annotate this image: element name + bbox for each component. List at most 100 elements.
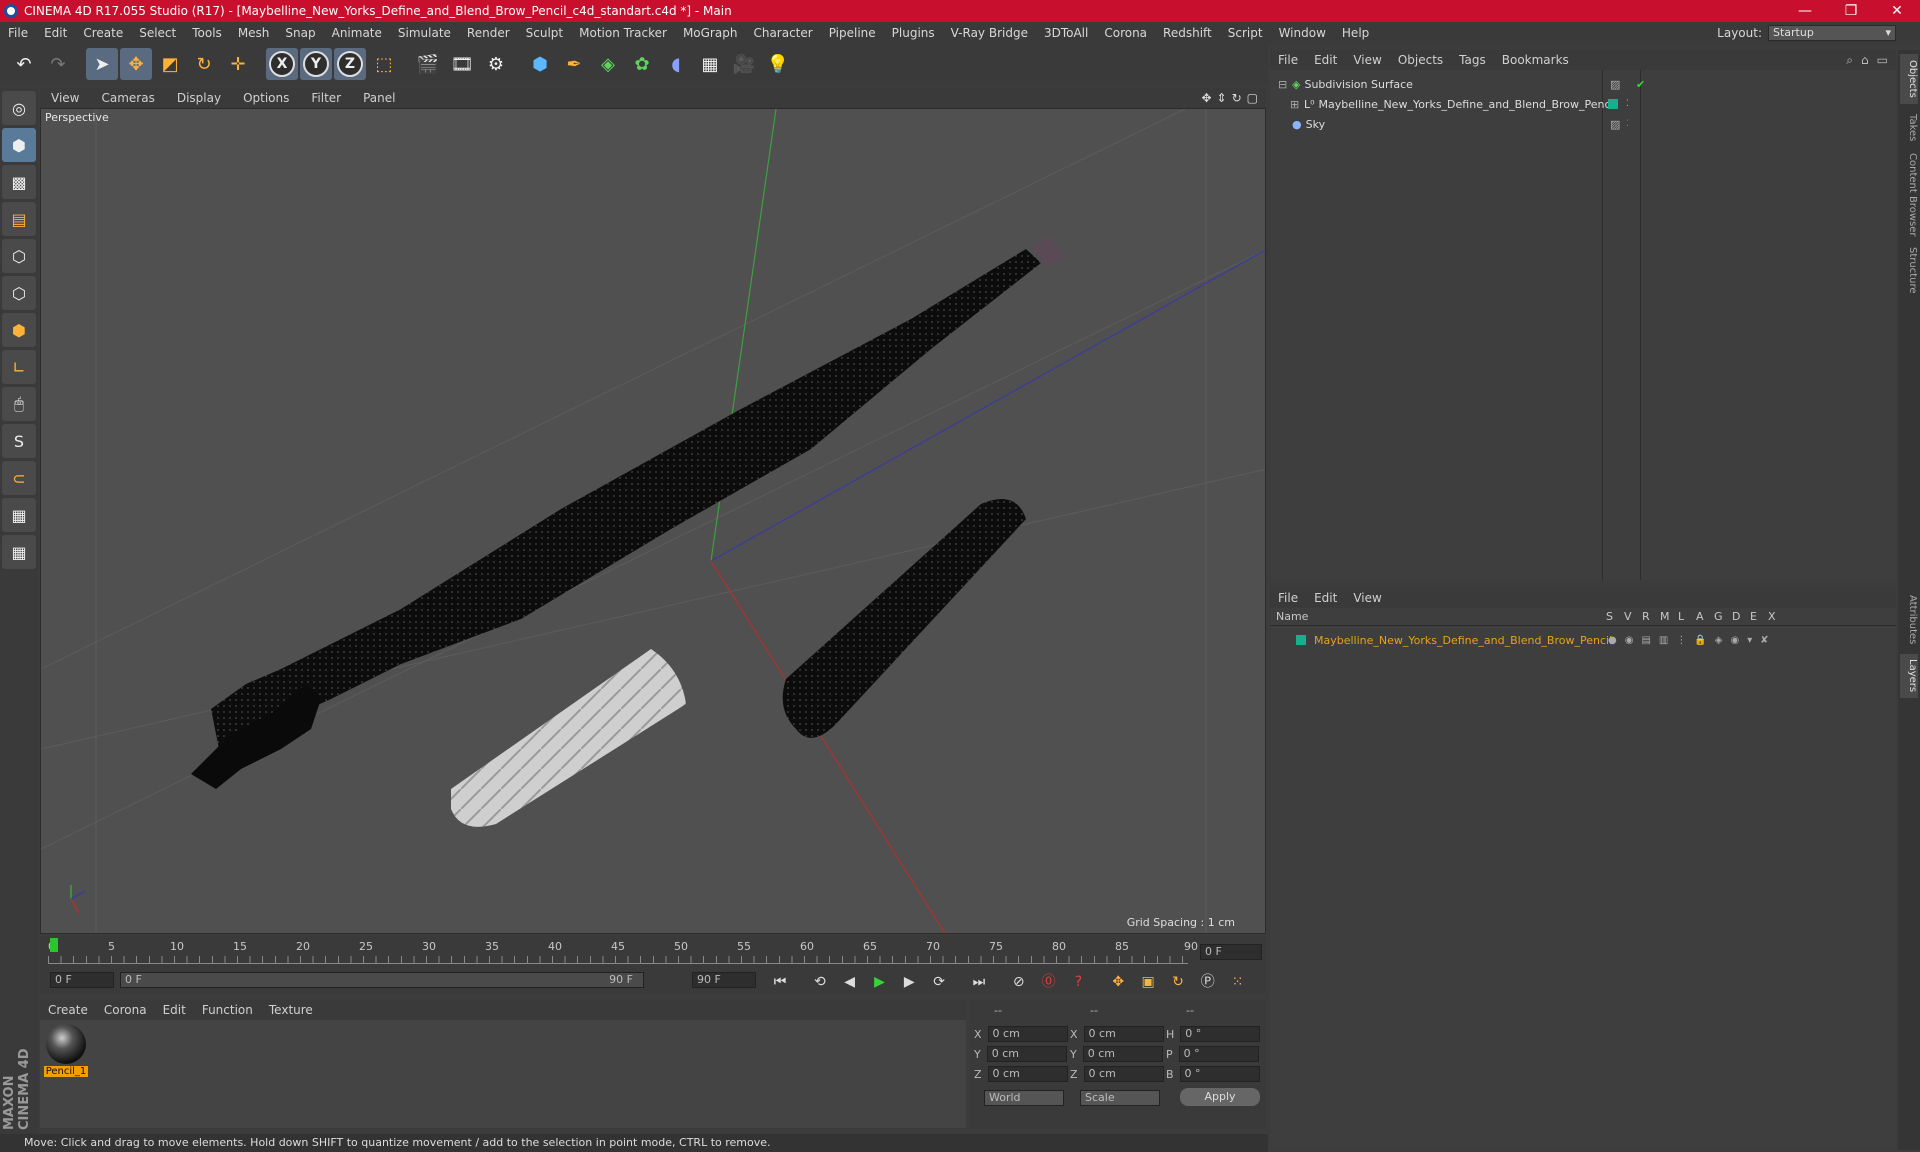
menu-animate[interactable]: Animate xyxy=(324,26,390,40)
pan-view-icon[interactable]: ✥ xyxy=(1201,91,1211,105)
close-button[interactable]: ✕ xyxy=(1874,0,1920,22)
rot-h-field[interactable]: 0 ° xyxy=(1180,1026,1261,1042)
object-row-subdivision-surface[interactable]: ⊟ ◈ Subdivision Surface ▨ ✔ xyxy=(1270,74,1896,94)
z-axis-lock-icon[interactable]: Z xyxy=(334,48,366,80)
enabled-check-icon[interactable]: ✔ xyxy=(1636,78,1645,91)
search-icon[interactable]: ⌕ xyxy=(1846,53,1853,68)
layer-color-swatch[interactable] xyxy=(1296,635,1306,645)
rot-b-field[interactable]: 0 ° xyxy=(1179,1066,1260,1082)
object-row-brow-pencil[interactable]: ⊞ L⁰ Maybelline_New_Yorks_Define_and_Ble… xyxy=(1270,94,1896,114)
loop-forward-icon[interactable]: ⟳ xyxy=(927,970,951,994)
pos-z-field[interactable]: 0 cm xyxy=(987,1066,1068,1082)
visibility-icon[interactable]: ▨ xyxy=(1610,118,1620,131)
keyframe-selection-icon[interactable]: ? xyxy=(1066,970,1090,994)
key-pla-icon[interactable]: ⁙ xyxy=(1226,970,1250,994)
material-menu-texture[interactable]: Texture xyxy=(261,1003,321,1017)
polygons-mode-icon[interactable]: ⬢ xyxy=(2,313,36,347)
key-position-icon[interactable]: ✥ xyxy=(1106,970,1130,994)
redo-icon[interactable]: ↷ xyxy=(42,48,74,80)
menu-mesh[interactable]: Mesh xyxy=(230,26,278,40)
object-menu-tags[interactable]: Tags xyxy=(1451,53,1494,67)
planar-workplane-icon[interactable]: ▦ xyxy=(2,535,36,569)
visibility-icon[interactable]: ▨ xyxy=(1610,78,1620,91)
menu-window[interactable]: Window xyxy=(1271,26,1334,40)
layer-menu-edit[interactable]: Edit xyxy=(1306,591,1345,605)
y-axis-lock-icon[interactable]: Y xyxy=(300,48,332,80)
timeline-ruler[interactable]: 0 5 10 15 20 25 30 35 40 45 50 55 60 65 … xyxy=(40,936,1266,968)
pen-spline-icon[interactable]: ✒ xyxy=(558,48,590,80)
material-menu-create[interactable]: Create xyxy=(40,1003,96,1017)
object-menu-view[interactable]: View xyxy=(1345,53,1389,67)
layout-dropdown[interactable]: Startup xyxy=(1768,25,1896,41)
make-editable-icon[interactable]: ◎ xyxy=(2,91,36,125)
go-to-start-icon[interactable]: ⏮ xyxy=(768,970,792,994)
maximize-view-icon[interactable]: ▢ xyxy=(1247,91,1258,105)
record-keys-icon[interactable]: ⊘ xyxy=(1007,970,1031,994)
tab-attributes[interactable]: Attributes xyxy=(1900,590,1918,650)
material-menu-function[interactable]: Function xyxy=(194,1003,261,1017)
mograph-cloner-icon[interactable]: ✿ xyxy=(626,48,658,80)
object-menu-bookmarks[interactable]: Bookmarks xyxy=(1494,53,1577,67)
menu-vray-bridge[interactable]: V-Ray Bridge xyxy=(943,26,1036,40)
play-icon[interactable]: ▶ xyxy=(867,970,891,994)
orbit-view-icon[interactable]: ↻ xyxy=(1232,91,1242,105)
menu-snap[interactable]: Snap xyxy=(277,26,323,40)
maximize-button[interactable]: ❐ xyxy=(1828,0,1874,22)
viewport-menu-cameras[interactable]: Cameras xyxy=(90,91,165,105)
camera-icon[interactable]: 🎥 xyxy=(728,48,760,80)
menu-tools[interactable]: Tools xyxy=(184,26,230,40)
tab-content-browser[interactable]: Content Browser xyxy=(1900,150,1918,240)
subdivision-surface-icon[interactable]: ◈ xyxy=(592,48,624,80)
menu-sculpt[interactable]: Sculpt xyxy=(518,26,571,40)
pos-y-field[interactable]: 0 cm xyxy=(986,1046,1067,1062)
layer-row[interactable]: Maybelline_New_Yorks_Define_and_Blend_Br… xyxy=(1270,630,1896,650)
scale-tool-icon[interactable]: ◩ xyxy=(154,48,186,80)
apply-button[interactable]: Apply xyxy=(1180,1088,1260,1106)
visibility-dots-icon[interactable]: ⁚ xyxy=(1626,99,1629,109)
render-settings-icon[interactable]: ⚙ xyxy=(480,48,512,80)
collapse-icon[interactable]: ⊟ xyxy=(1278,78,1292,91)
key-parameter-icon[interactable]: Ⓟ xyxy=(1196,969,1220,993)
points-mode-icon[interactable]: ⬡ xyxy=(2,239,36,273)
cube-primitive-icon[interactable]: ⬢ xyxy=(524,48,556,80)
size-y-field[interactable]: 0 cm xyxy=(1082,1046,1163,1062)
autokey-icon[interactable]: ⓪ xyxy=(1037,969,1061,993)
object-menu-objects[interactable]: Objects xyxy=(1390,53,1451,67)
menu-edit[interactable]: Edit xyxy=(36,26,75,40)
visibility-dots-icon[interactable]: ⁚ xyxy=(1626,119,1629,129)
preview-range-slider[interactable]: 0 F 90 F xyxy=(120,972,644,988)
end-frame-field[interactable]: 90 F xyxy=(692,972,756,988)
size-x-field[interactable]: 0 cm xyxy=(1083,1026,1164,1042)
menu-plugins[interactable]: Plugins xyxy=(884,26,943,40)
loop-icon[interactable]: ⟲ xyxy=(808,970,832,994)
menu-create[interactable]: Create xyxy=(75,26,131,40)
floor-icon[interactable]: ▦ xyxy=(694,48,726,80)
key-scale-icon[interactable]: ▣ xyxy=(1136,970,1160,994)
edges-mode-icon[interactable]: ⬡ xyxy=(2,276,36,310)
menu-pipeline[interactable]: Pipeline xyxy=(821,26,884,40)
tab-objects[interactable]: Objects xyxy=(1900,54,1918,104)
menu-script[interactable]: Script xyxy=(1220,26,1271,40)
render-picture-viewer-icon[interactable]: 🎞 xyxy=(446,48,478,80)
viewport-menu-view[interactable]: View xyxy=(40,91,90,105)
viewport-menu-panel[interactable]: Panel xyxy=(352,91,406,105)
next-frame-icon[interactable]: ▶ xyxy=(897,970,921,994)
viewport-menu-display[interactable]: Display xyxy=(166,91,232,105)
move-tool-icon[interactable]: ✥ xyxy=(120,48,152,80)
tab-takes[interactable]: Takes xyxy=(1900,108,1918,148)
tab-structure[interactable]: Structure xyxy=(1900,242,1918,298)
key-rotation-icon[interactable]: ↻ xyxy=(1166,970,1190,994)
magnet-icon[interactable]: ⊂ xyxy=(2,461,36,495)
menu-motion-tracker[interactable]: Motion Tracker xyxy=(571,26,675,40)
x-axis-lock-icon[interactable]: X xyxy=(266,48,298,80)
snapping-icon[interactable]: S xyxy=(2,424,36,458)
prev-frame-icon[interactable]: ◀ xyxy=(838,970,862,994)
material-menu-edit[interactable]: Edit xyxy=(155,1003,194,1017)
viewport-menu-options[interactable]: Options xyxy=(232,91,300,105)
go-to-end-icon[interactable]: ⏭ xyxy=(967,970,991,994)
menu-character[interactable]: Character xyxy=(745,26,820,40)
tab-layers[interactable]: Layers xyxy=(1900,654,1918,698)
layer-toggle-icons[interactable]: ●◉▤▥⋮🔒◈◉▾✘ xyxy=(1608,635,1777,646)
workplane-icon[interactable]: ▤ xyxy=(2,202,36,236)
start-frame-field[interactable]: 0 F xyxy=(50,972,114,988)
